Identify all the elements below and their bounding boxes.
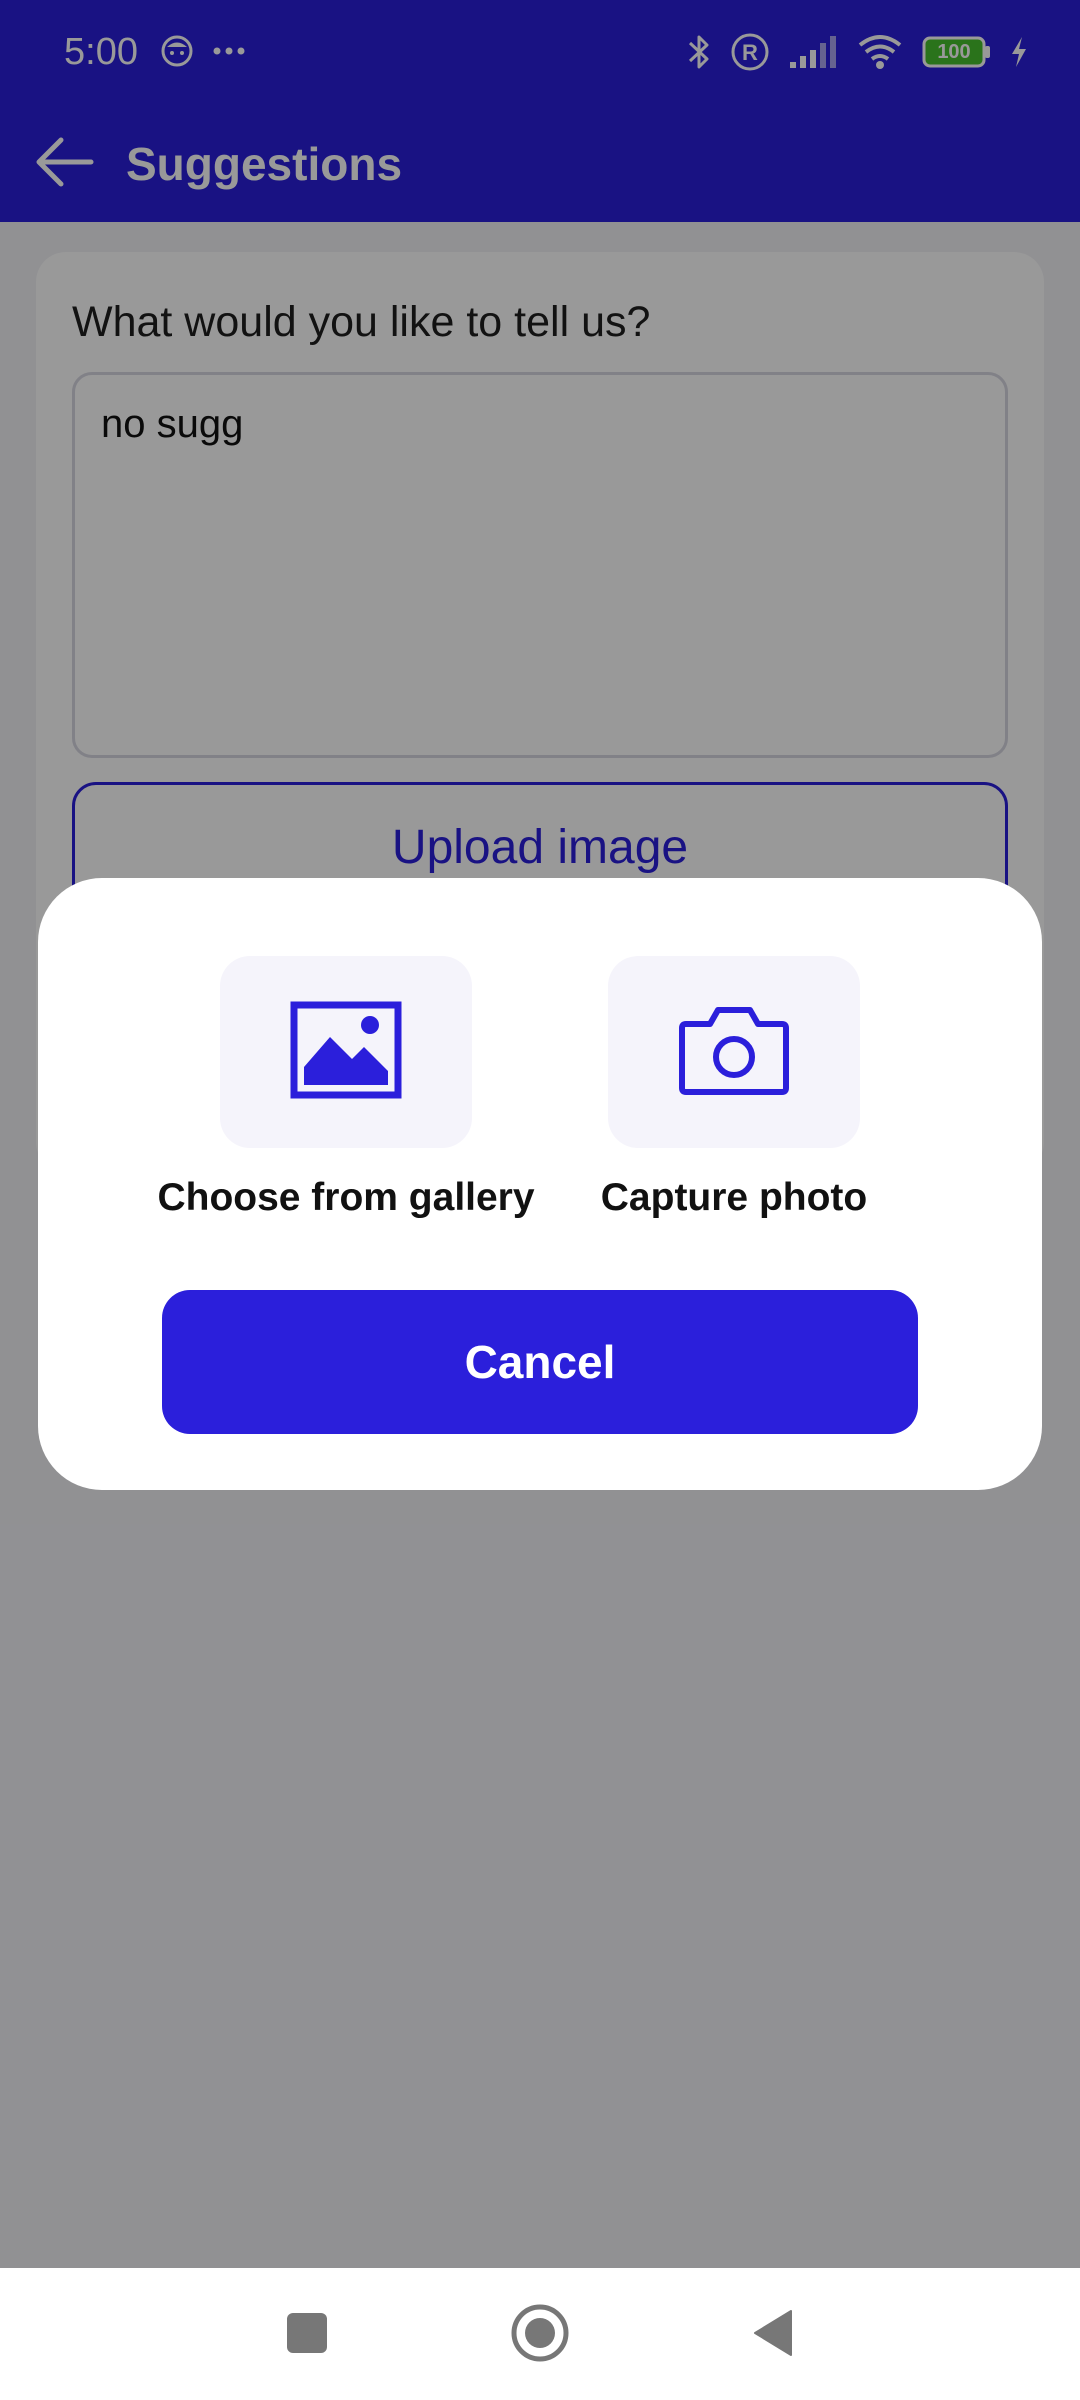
gallery-icon: [290, 1001, 402, 1104]
gallery-tile[interactable]: [220, 956, 472, 1148]
image-source-dialog: Choose from gallery Capture photo Cancel: [38, 878, 1042, 1490]
camera-icon: [676, 1002, 792, 1103]
back-nav-button[interactable]: [738, 2300, 808, 2370]
recents-square-icon: [285, 2311, 329, 2360]
cancel-button[interactable]: Cancel: [162, 1290, 918, 1434]
home-circle-icon: [510, 2303, 570, 2368]
home-button[interactable]: [505, 2300, 575, 2370]
capture-photo-label: Capture photo: [600, 1176, 868, 1219]
recents-button[interactable]: [272, 2300, 342, 2370]
choose-from-gallery-option[interactable]: Choose from gallery: [157, 956, 535, 1222]
capture-photo-option[interactable]: Capture photo: [564, 956, 904, 1222]
choose-from-gallery-label: Choose from gallery: [157, 1176, 535, 1219]
system-nav-bar: [0, 2268, 1080, 2400]
camera-tile[interactable]: [608, 956, 860, 1148]
back-triangle-icon: [751, 2308, 795, 2363]
